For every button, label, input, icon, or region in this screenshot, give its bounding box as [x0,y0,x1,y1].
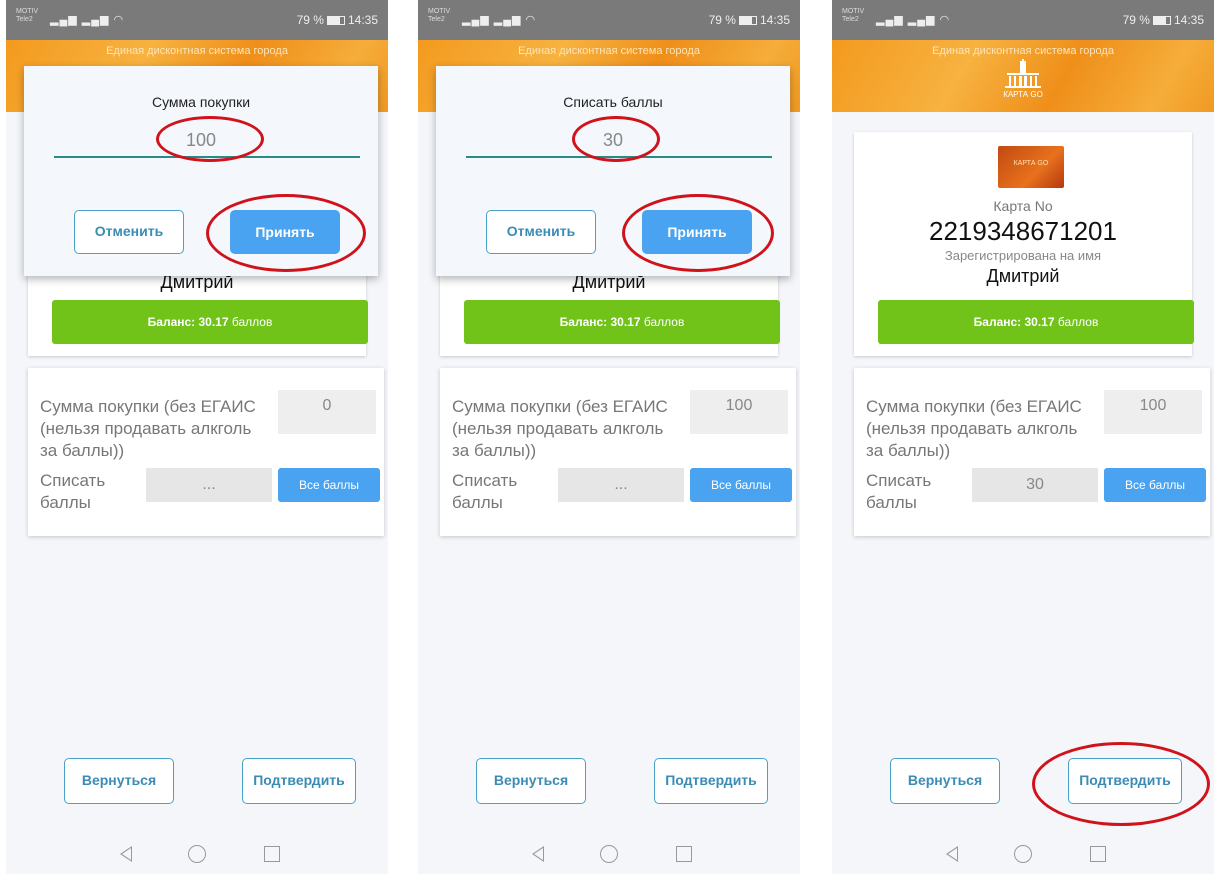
confirm-button[interactable]: Подтвердить [654,758,768,804]
payment-form: Сумма покупки (без ЕГАИС (нельзя продава… [28,368,384,536]
dialog-accept-button[interactable]: Принять [230,210,340,254]
operator-label: MOTIV Tele2 [428,8,451,23]
card-thumbnail-text: КАРТА GO [1013,160,1049,167]
karta-go-logo: КАРТА GO [1000,59,1046,99]
dialog-input-underline [466,156,772,158]
dialog-input[interactable]: 100 [24,130,378,151]
battery-icon [326,15,345,25]
battery-icon [1152,15,1171,25]
signal-icon: ▂▄▆ ▂▄▆ ◠ [462,14,537,26]
balance-bar: Баланс: 30.17 баллов [52,300,368,344]
battery-percent: 79 % [1122,13,1150,27]
header-title: Единая дисконтная система города [518,45,700,57]
balance-bar: Баланс: 30.17 баллов [878,300,1194,344]
app-header: Единая дисконтная система города КАРТА G… [832,40,1214,112]
header-title: Единая дисконтная система города [932,45,1114,57]
logo-text: КАРТА GO [1003,90,1043,99]
dialog-title: Списать баллы [563,94,663,110]
nav-back-icon[interactable] [120,846,132,862]
writeoff-dialog: Списать баллы 30 Отменить Принять [436,66,790,276]
purchase-sum-label: Сумма покупки (без ЕГАИС (нельзя продава… [40,397,256,460]
payment-form: Сумма покупки (без ЕГАИС (нельзя продава… [854,368,1210,536]
dialog-title: Сумма покупки [151,94,251,110]
signal-icon: ▂▄▆ ▂▄▆ ◠ [876,14,951,26]
back-button[interactable]: Вернуться [476,758,586,804]
all-points-button[interactable]: Все баллы [1104,468,1206,502]
card-holder-name: Дмитрий [986,266,1060,286]
writeoff-input[interactable]: 30 [972,468,1098,502]
card-info-panel: КАРТА GO Карта No 2219348671201 Зарегист… [854,132,1194,356]
phone-screen-1: MOTIV Tele2 ▂▄▆ ▂▄▆ ◠ 79 % 14:35 Единая д… [6,0,388,874]
purchase-sum-input[interactable]: 100 [1104,390,1202,434]
android-nav-bar [6,836,388,874]
clock: 14:35 [759,13,790,27]
nav-recent-icon[interactable] [264,846,280,862]
nav-recent-icon[interactable] [676,846,692,862]
nav-back-icon[interactable] [532,846,544,862]
clock: 14:35 [1173,13,1204,27]
card-thumbnail: КАРТА GO [998,146,1064,188]
nav-home-icon[interactable] [600,845,618,863]
all-points-button[interactable]: Все баллы [690,468,792,502]
dialog-cancel-button[interactable]: Отменить [486,210,596,254]
registered-label: Зарегистрирована на имя [944,248,1102,263]
battery-percent: 79 % [296,13,324,27]
status-right: 79 % 14:35 [1123,13,1204,27]
nav-home-icon[interactable] [1014,845,1032,863]
writeoff-label: Списать баллы [40,471,106,512]
back-button[interactable]: Вернуться [890,758,1000,804]
purchase-sum-label: Сумма покупки (без ЕГАИС (нельзя продава… [452,397,668,460]
nav-back-icon[interactable] [946,846,958,862]
signal-icon: ▂▄▆ ▂▄▆ ◠ [50,14,125,26]
android-nav-bar [832,836,1214,874]
phone-screen-2: MOTIV Tele2 ▂▄▆ ▂▄▆ ◠ 79 % 14:35 Единая д… [418,0,800,874]
status-right: 79 % 14:35 [709,13,790,27]
status-bar: MOTIV Tele2 ▂▄▆ ▂▄▆ ◠ 79 % 14:35 [6,0,388,40]
purchase-sum-input[interactable]: 100 [690,390,788,434]
card-number: 2219348671201 [929,216,1117,246]
purchase-sum-dialog: Сумма покупки 100 Отменить Принять [24,66,378,276]
dialog-accept-button[interactable]: Принять [642,210,752,254]
back-button[interactable]: Вернуться [64,758,174,804]
status-right: 79 % 14:35 [297,13,378,27]
confirm-button[interactable]: Подтвердить [242,758,356,804]
nav-home-icon[interactable] [188,845,206,863]
battery-percent: 79 % [708,13,736,27]
header-title: Единая дисконтная система города [106,45,288,57]
writeoff-label: Списать баллы [866,471,932,512]
purchase-sum-label: Сумма покупки (без ЕГАИС (нельзя продава… [866,397,1082,460]
writeoff-input[interactable]: ... [558,468,684,502]
confirm-button[interactable]: Подтвердить [1068,758,1182,804]
operator-label: MOTIV Tele2 [842,8,865,23]
dialog-input-underline [54,156,360,158]
balance-bar: Баланс: 30.17 баллов [464,300,780,344]
writeoff-input[interactable]: ... [146,468,272,502]
phone-screen-3: MOTIV Tele2 ▂▄▆ ▂▄▆ ◠ 79 % 14:35 Единая д… [832,0,1214,874]
dialog-input[interactable]: 30 [436,130,790,151]
battery-icon [738,15,757,25]
clock: 14:35 [347,13,378,27]
all-points-button[interactable]: Все баллы [278,468,380,502]
operator-label: MOTIV Tele2 [16,8,39,23]
dialog-cancel-button[interactable]: Отменить [74,210,184,254]
status-bar: MOTIV Tele2 ▂▄▆ ▂▄▆ ◠ 79 % 14:35 [832,0,1214,40]
status-bar: MOTIV Tele2 ▂▄▆ ▂▄▆ ◠ 79 % 14:35 [418,0,800,40]
purchase-sum-input[interactable]: 0 [278,390,376,434]
building-icon [1005,59,1041,88]
android-nav-bar [418,836,800,874]
nav-recent-icon[interactable] [1090,846,1106,862]
card-number-label: Карта No [993,198,1053,214]
payment-form: Сумма покупки (без ЕГАИС (нельзя продава… [440,368,796,536]
writeoff-label: Списать баллы [452,471,518,512]
